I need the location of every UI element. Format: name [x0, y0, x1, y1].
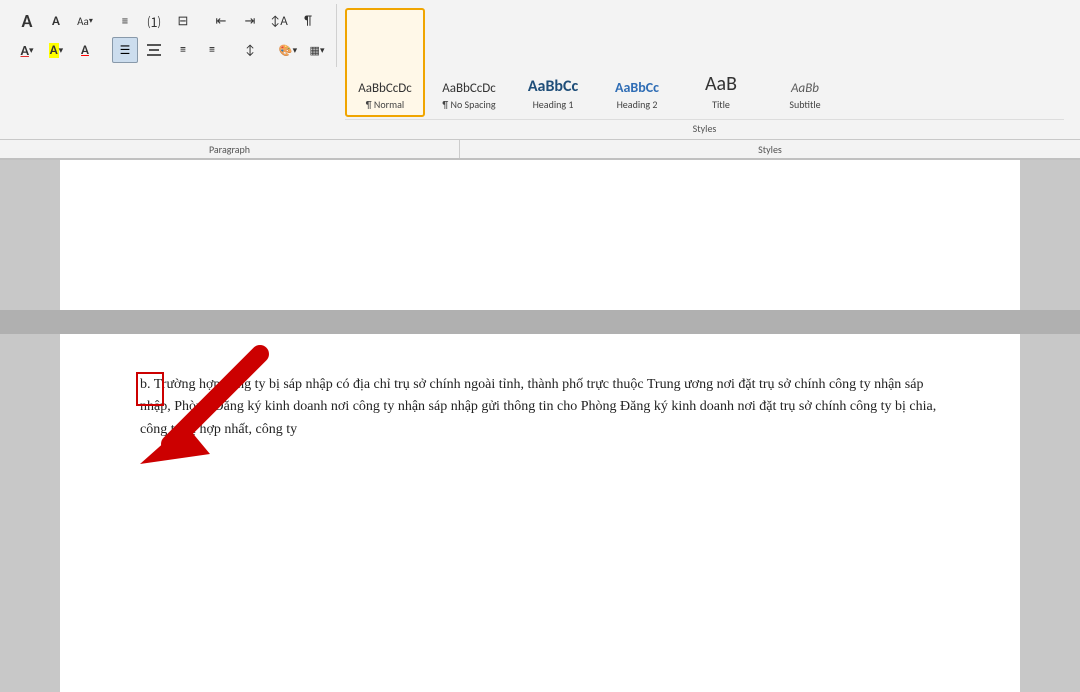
- document-area: b. Trường hợp công ty bị sáp nhập có địa…: [0, 160, 1080, 692]
- numbering-btn[interactable]: ⑴: [141, 8, 167, 34]
- styles-row: AaBbCcDc ¶ Normal AaBbCcDc ¶ No Spacing …: [345, 8, 1064, 117]
- line-spacing-btn[interactable]: ↕: [237, 37, 263, 63]
- align-left-btn[interactable]: ☰: [112, 37, 138, 63]
- document-paragraph[interactable]: b. Trường hợp công ty bị sáp nhập có địa…: [140, 374, 940, 441]
- font-row1: A A Aa▾ ≡ ⑴ ⊟ ⇤ ⇥ ↕A ¶: [14, 8, 330, 34]
- font-grow-btn[interactable]: A: [14, 8, 40, 34]
- style-h2[interactable]: AaBbCc Heading 2: [597, 8, 677, 117]
- ribbon: A A Aa▾ ≡ ⑴ ⊟ ⇤ ⇥ ↕A ¶ A▾ A▾ A ☰: [0, 0, 1080, 140]
- font-color2-btn[interactable]: A: [72, 37, 98, 63]
- paragraph-mark-btn[interactable]: ¶: [295, 8, 321, 34]
- ribbon-label-bar: Paragraph Styles: [0, 140, 1080, 160]
- style-normal-preview: AaBbCcDc: [358, 81, 412, 96]
- style-nospace-preview: AaBbCcDc: [442, 81, 496, 96]
- shading-btn[interactable]: 🎨▾: [275, 37, 301, 63]
- red-highlight-box: [136, 372, 164, 406]
- border-btn[interactable]: ▦▾: [304, 37, 330, 63]
- align-center-btn[interactable]: [141, 37, 167, 63]
- align-justify-btn[interactable]: ≡: [199, 37, 225, 63]
- style-title-preview: AaB: [705, 72, 737, 96]
- page-top: [60, 160, 1020, 310]
- style-title[interactable]: AaB Title: [681, 8, 761, 117]
- style-subtitle-preview: AaBb: [791, 81, 819, 96]
- styles-section: AaBbCcDc ¶ Normal AaBbCcDc ¶ No Spacing …: [337, 4, 1072, 139]
- page-break-gutter: [0, 310, 1080, 334]
- page-content[interactable]: b. Trường hợp công ty bị sáp nhập có địa…: [60, 334, 1020, 692]
- multilevel-btn[interactable]: ⊟: [170, 8, 196, 34]
- style-nospace[interactable]: AaBbCcDc ¶ No Spacing: [429, 8, 509, 117]
- increase-indent-btn[interactable]: ⇥: [237, 8, 263, 34]
- style-normal[interactable]: AaBbCcDc ¶ Normal: [345, 8, 425, 117]
- sort-btn[interactable]: ↕A: [266, 8, 292, 34]
- aa-btn[interactable]: Aa▾: [72, 8, 98, 34]
- decrease-indent-btn[interactable]: ⇤: [208, 8, 234, 34]
- styles-section-label: Styles: [345, 119, 1064, 135]
- font-shrink-btn[interactable]: A: [43, 8, 69, 34]
- style-h1-preview: AaBbCc: [528, 77, 578, 96]
- highlight-btn[interactable]: A▾: [43, 37, 69, 63]
- font-color-btn[interactable]: A▾: [14, 37, 40, 63]
- font-row2: A▾ A▾ A ☰ ≡ ≡ ↕ 🎨▾ ▦▾: [14, 37, 330, 63]
- bullets-btn[interactable]: ≡: [112, 8, 138, 34]
- styles-label: Styles: [460, 140, 1080, 158]
- paragraph-label: Paragraph: [0, 140, 460, 158]
- font-section: A A Aa▾ ≡ ⑴ ⊟ ⇤ ⇥ ↕A ¶ A▾ A▾ A ☰: [8, 4, 337, 67]
- style-h2-preview: AaBbCc: [615, 79, 659, 96]
- align-right-btn[interactable]: ≡: [170, 37, 196, 63]
- style-subtitle[interactable]: AaBb Subtitle: [765, 8, 845, 117]
- style-h1[interactable]: AaBbCc Heading 1: [513, 8, 593, 117]
